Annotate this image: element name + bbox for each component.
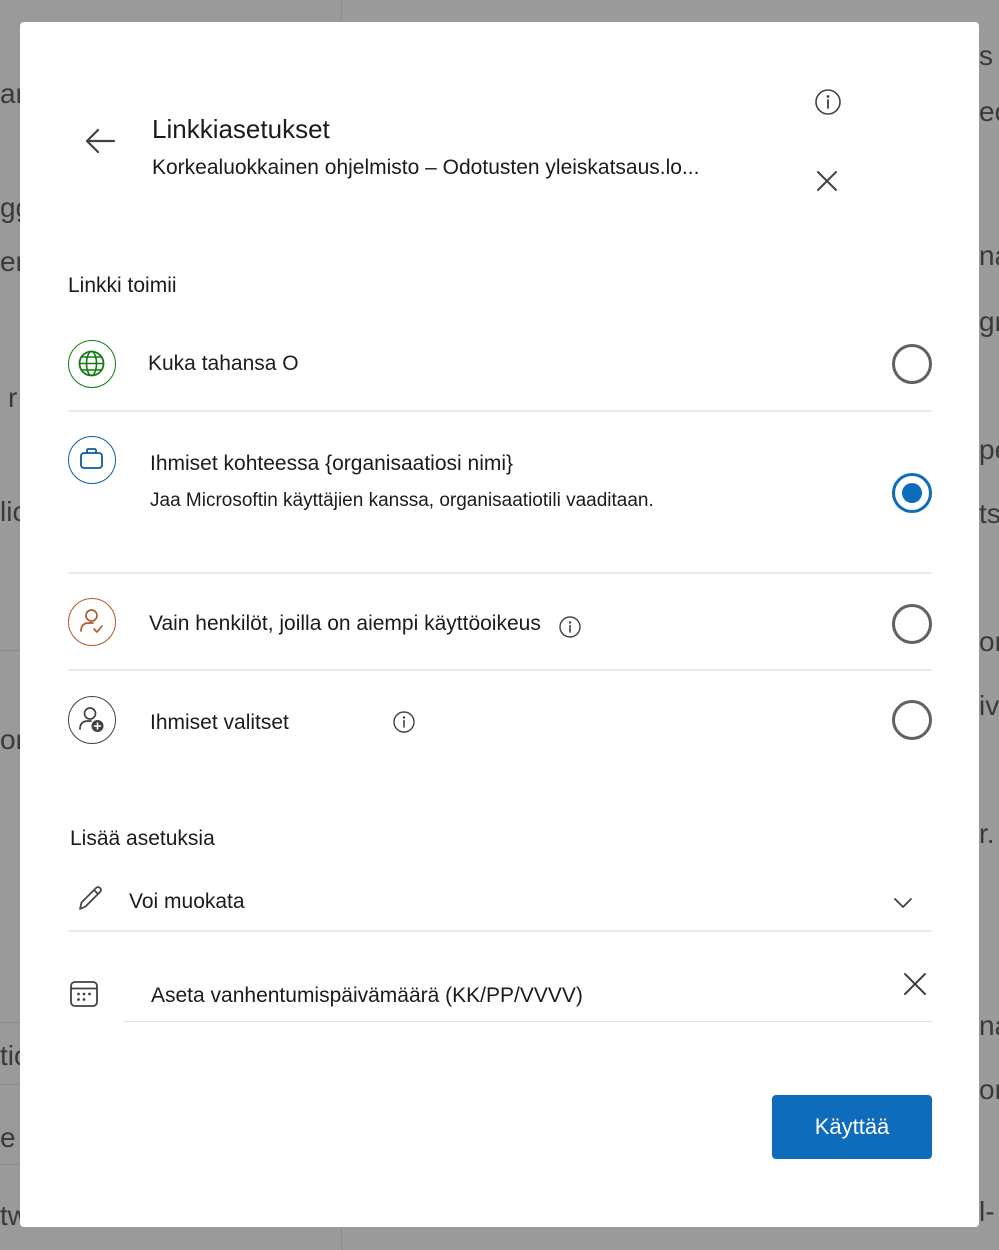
- info-icon: [815, 89, 841, 115]
- clear-expiration-button[interactable]: [900, 969, 930, 999]
- background-divider: [0, 1022, 20, 1023]
- option-anyone[interactable]: Kuka tahansa O: [68, 332, 932, 412]
- divider: [68, 669, 932, 671]
- close-icon: [817, 171, 837, 191]
- background-divider: [0, 1164, 20, 1165]
- option-specific-people-label: Ihmiset valitset: [150, 711, 289, 734]
- background-text: r: [8, 382, 18, 413]
- divider: [68, 930, 932, 932]
- background-text: ts: [979, 498, 999, 529]
- briefcase-icon: [68, 436, 116, 484]
- background-text: na: [979, 1010, 999, 1041]
- dialog-title: Linkkiasetukset: [152, 114, 330, 144]
- close-button[interactable]: [813, 167, 841, 195]
- background-divider: [0, 650, 20, 651]
- info-button[interactable]: [814, 88, 842, 116]
- background-text: gr: [979, 306, 999, 337]
- background-text: l-: [979, 1196, 995, 1227]
- link-settings-dialog: Linkkiasetukset Korkealuokkainen ohjelmi…: [20, 22, 979, 1227]
- background-text: ect: [979, 96, 999, 127]
- person-add-icon: [68, 696, 116, 744]
- pencil-icon: [79, 886, 102, 910]
- background-divider: [0, 1084, 20, 1085]
- globe-icon: [68, 340, 116, 388]
- option-anyone-radio[interactable]: [892, 344, 932, 384]
- person-check-icon: [68, 598, 116, 646]
- back-button[interactable]: [82, 122, 120, 160]
- option-existing-access[interactable]: Vain henkilöt, joilla on aiempi käyttöoi…: [68, 592, 932, 672]
- background-text: r.: [979, 818, 995, 849]
- calendar-icon: [70, 981, 98, 1007]
- permission-dropdown[interactable]: Voi muokata: [68, 874, 932, 930]
- option-existing-access-radio[interactable]: [892, 604, 932, 644]
- arrow-left-icon: [85, 128, 116, 154]
- chevron-down-icon: [894, 898, 912, 908]
- more-settings-heading: Lisää asetuksia: [70, 827, 215, 850]
- info-icon[interactable]: [392, 710, 416, 734]
- background-text: na: [979, 240, 999, 271]
- dialog-subtitle: Korkealuokkainen ohjelmisto – Odotusten …: [152, 156, 700, 179]
- option-organization-label: Ihmiset kohteessa {organisaatiosi nimi}: [150, 452, 514, 475]
- background-text: or: [979, 626, 999, 657]
- option-anyone-label: Kuka tahansa O: [148, 352, 299, 375]
- background-text: s: [979, 40, 993, 71]
- background-text: pe: [979, 434, 999, 465]
- permission-value: Voi muokata: [129, 890, 245, 913]
- divider: [68, 572, 932, 574]
- expiration-date-input[interactable]: [124, 970, 932, 1022]
- close-icon: [904, 973, 926, 995]
- option-existing-access-label: Vain henkilöt, joilla on aiempi käyttöoi…: [149, 612, 541, 635]
- option-organization[interactable]: Ihmiset kohteessa {organisaatiosi nimi} …: [68, 430, 932, 570]
- apply-button[interactable]: Käyttää: [772, 1095, 932, 1159]
- background-text: iv: [979, 690, 999, 721]
- divider: [68, 410, 932, 412]
- option-organization-description: Jaa Microsoftin käyttäjien kanssa, organ…: [150, 490, 654, 511]
- background-text: or: [979, 1074, 999, 1105]
- link-works-heading: Linkki toimii: [68, 274, 177, 297]
- option-organization-radio[interactable]: [892, 473, 932, 513]
- info-icon[interactable]: [558, 615, 582, 639]
- option-specific-people[interactable]: Ihmiset valitset: [68, 690, 932, 770]
- option-specific-people-radio[interactable]: [892, 700, 932, 740]
